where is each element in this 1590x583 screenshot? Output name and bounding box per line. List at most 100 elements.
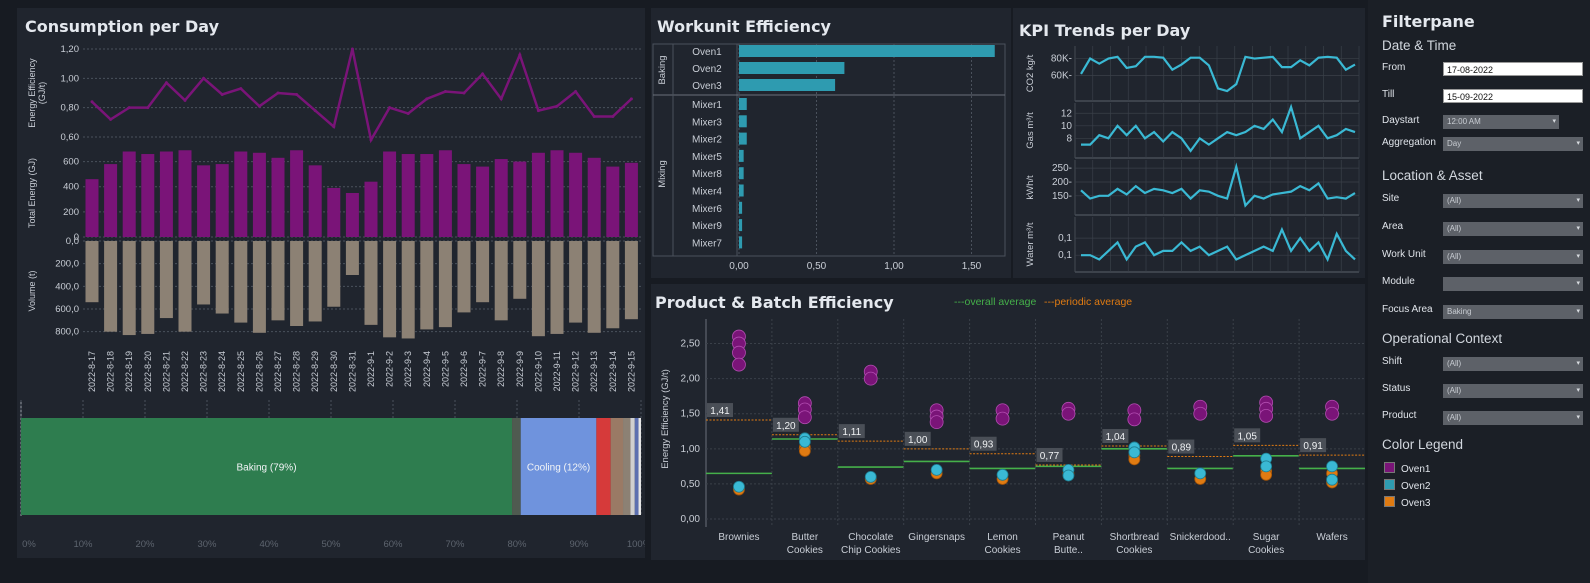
volume-bar <box>606 241 620 329</box>
oven2-point <box>1260 460 1273 473</box>
daystart-select[interactable]: 12:00 AM ▾ <box>1443 115 1559 129</box>
oven1-point <box>797 410 812 425</box>
axis-title: CO2 kg/t <box>1025 54 1036 92</box>
chevron-down-icon: ▾ <box>1576 308 1580 315</box>
x-tick-label: 60% <box>383 539 403 550</box>
y-tick-label: 8 <box>1066 133 1072 144</box>
x-tick-label: 70% <box>445 539 465 550</box>
date-time-heading: Date & Time <box>1382 38 1457 53</box>
efficiency-point <box>313 109 317 113</box>
efficiency-point <box>239 87 243 91</box>
x-tick-label: Chocolate <box>848 532 893 543</box>
y-tick-label: 2,50 <box>681 339 701 350</box>
energy-bar <box>345 193 359 237</box>
volume-bar <box>345 241 359 275</box>
share-segment <box>596 418 611 515</box>
oven1-point <box>1259 408 1274 423</box>
volume-bar <box>383 241 397 338</box>
y-tick-label: 0,0 <box>66 236 79 247</box>
workunit-chart: 0,00 0,50 1,00 1,50 Baking Mixing Oven1 Oven2 Ov… <box>652 43 1006 272</box>
axis-title: Volume (t) <box>27 270 37 311</box>
volume-bar <box>513 241 527 299</box>
oven2-point <box>733 480 745 493</box>
energy-bar <box>122 151 136 237</box>
module-select[interactable]: ▾ <box>1443 277 1583 291</box>
x-tick-label: 2022-8-29 <box>310 351 320 392</box>
daystart-value: 12:00 AM <box>1447 117 1481 126</box>
x-tick-label: 2022-8-24 <box>217 351 227 392</box>
y-tick-label: 200,0 <box>55 259 79 270</box>
oven1-swatch <box>1384 462 1395 473</box>
site-value: (All) <box>1447 196 1462 205</box>
till-date-input[interactable]: 15-09-2022 <box>1443 89 1583 103</box>
y-tick-label: 80K- <box>1051 54 1072 65</box>
x-tick-label: 2022-9-10 <box>533 351 543 392</box>
x-tick-label: 2022-9-13 <box>589 351 599 392</box>
energy-bar <box>215 164 229 237</box>
workunit-bar <box>739 115 747 128</box>
efficiency-point <box>183 98 187 102</box>
x-tick-label: 0% <box>22 539 36 550</box>
y-tick-label: 0,80 <box>61 103 80 114</box>
from-date-input[interactable]: 17-08-2022 <box>1443 62 1583 76</box>
axis-title: kWh/t <box>1025 175 1036 200</box>
x-tick-label: 2022-8-19 <box>124 351 134 392</box>
work-unit-select[interactable]: (All) ▾ <box>1443 250 1583 264</box>
shift-select[interactable]: (All) ▾ <box>1443 357 1583 371</box>
x-tick-label: 2022-8-22 <box>180 351 190 392</box>
area-select[interactable]: (All) ▾ <box>1443 222 1583 236</box>
oven2-point <box>864 470 877 483</box>
energy-bar <box>438 150 452 237</box>
x-tick-label: 0,50 <box>807 261 827 272</box>
status-select[interactable]: (All) ▾ <box>1443 384 1583 398</box>
share-segment <box>638 418 641 515</box>
volume-bar <box>420 241 434 330</box>
axis-title: Water m³/t <box>1025 222 1036 266</box>
energy-bar <box>85 179 99 237</box>
y-tick-label: 1,00 <box>61 73 80 84</box>
y-tick-label: 250- <box>1052 163 1072 174</box>
product-value: (All) <box>1447 413 1462 422</box>
volume-bar <box>438 241 452 328</box>
focus-area-select[interactable]: Baking ▾ <box>1443 305 1583 319</box>
consumption-panel: Consumption per Day 1,20 1,00 0,80 0,60 Ener… <box>17 8 645 558</box>
oven2-point <box>996 468 1009 481</box>
x-tick-label: 2022-8-25 <box>236 351 246 392</box>
aggregation-select[interactable]: Day ▾ <box>1443 137 1583 151</box>
focus-area-value: Baking <box>1447 307 1472 316</box>
x-tick-label: Snickerdood.. <box>1170 532 1231 543</box>
x-tick-label: 2022-8-17 <box>87 351 97 392</box>
energy-bar <box>234 151 248 237</box>
x-tick-label: 2022-8-30 <box>329 351 339 392</box>
product-select[interactable]: (All) ▾ <box>1443 411 1583 425</box>
y-tick-label: 800,0 <box>55 327 79 338</box>
y-tick-label: 400 <box>63 182 79 193</box>
volume-bar <box>234 241 248 323</box>
average-label: 0,89 <box>1172 443 1192 454</box>
y-tick-label: 600 <box>63 157 79 168</box>
energy-bar <box>476 166 490 237</box>
category-label: Mixer9 <box>692 221 722 232</box>
x-tick-label: Sugar <box>1253 532 1280 543</box>
volume-bar <box>327 241 341 307</box>
average-label: 1,04 <box>1106 432 1126 443</box>
workunit-bar <box>739 184 744 197</box>
efficiency-point <box>127 106 131 110</box>
workunit-bar <box>739 62 845 74</box>
volume-bar <box>271 241 285 321</box>
energy-bar <box>252 152 266 237</box>
efficiency-line <box>91 48 633 144</box>
site-select[interactable]: (All) ▾ <box>1443 194 1583 208</box>
x-tick-label: 10% <box>73 539 93 550</box>
efficiency-point <box>257 104 261 108</box>
oven1-point <box>1325 406 1339 421</box>
chevron-down-icon: ▾ <box>1576 140 1580 147</box>
y-tick-label: 12 <box>1061 108 1073 119</box>
y-tick-label: 2,00 <box>681 374 701 385</box>
volume-bar <box>159 241 173 319</box>
legend-item-oven2: Oven2 <box>1384 479 1430 492</box>
oven1-point <box>1127 412 1142 427</box>
x-tick-label: Butte.. <box>1054 545 1083 556</box>
legend-item-oven3: Oven3 <box>1384 496 1430 509</box>
x-tick-label: 40% <box>259 539 279 550</box>
